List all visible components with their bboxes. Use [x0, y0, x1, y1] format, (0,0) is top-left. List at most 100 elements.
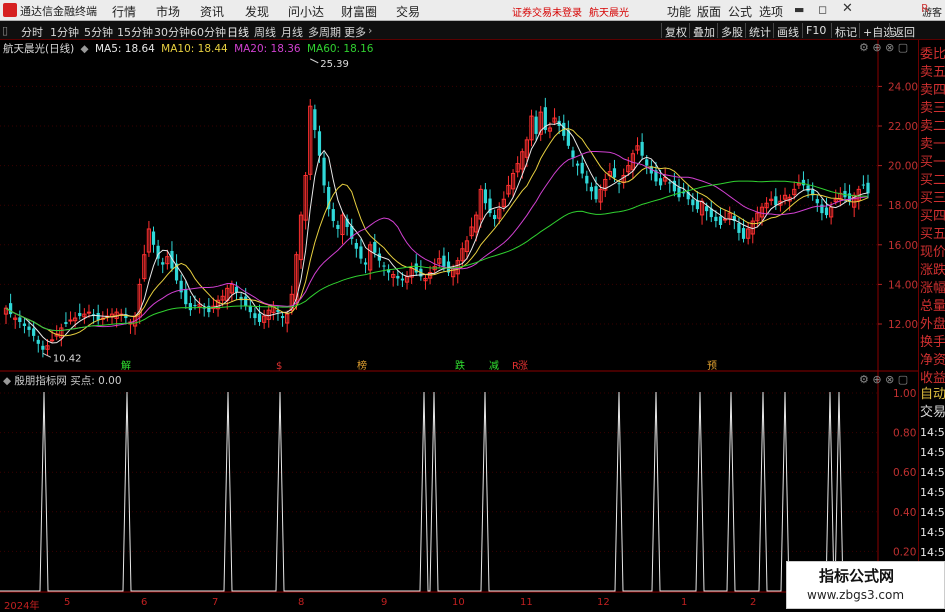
tab-30min[interactable]: 30分钟: [154, 24, 190, 40]
menu-ask-xiaoda[interactable]: 问小达: [288, 3, 324, 20]
menu-wealth-circle[interactable]: 财富圈: [341, 3, 377, 20]
draw-line-button[interactable]: 画线: [773, 23, 802, 39]
tick-time: 14:56: [920, 466, 945, 479]
candle-body: [336, 224, 340, 229]
candle-body: [78, 312, 82, 317]
sidebar-auto[interactable]: 自动: [920, 386, 945, 403]
candle-body: [49, 339, 55, 342]
overlay-button[interactable]: 叠加: [689, 23, 718, 39]
tab-monthly[interactable]: 月线: [281, 24, 303, 40]
menu-trade[interactable]: 交易: [396, 3, 420, 20]
statistics-button[interactable]: 统计: [745, 23, 774, 39]
tab-15min[interactable]: 15分钟: [117, 24, 153, 40]
candle-body: [612, 168, 617, 178]
sidebar-buy1[interactable]: 买一: [920, 154, 945, 171]
x-axis-label: 9: [381, 597, 388, 608]
candle-body: [68, 319, 73, 322]
sidebar-net-asset[interactable]: 净资: [920, 352, 945, 369]
sidebar-change[interactable]: 涨跌: [920, 262, 945, 279]
candle-body: [493, 214, 497, 220]
candle-body: [41, 345, 45, 350]
candle-body: [580, 162, 584, 174]
candle-body: [86, 311, 92, 314]
ma10-label: MA10: 18.44: [161, 43, 228, 55]
r-icon[interactable]: R: [921, 2, 929, 15]
indicator-tick-label: 0.20: [893, 546, 916, 558]
tab-1min[interactable]: 1分钟: [50, 24, 79, 40]
sidebar-buy2[interactable]: 买二: [920, 172, 945, 189]
adjust-button[interactable]: 复权: [661, 23, 690, 39]
menu-news[interactable]: 资讯: [200, 3, 224, 20]
tick-time: 14:56: [920, 506, 945, 519]
candle-body: [658, 178, 663, 186]
close-icon[interactable]: ✕: [842, 1, 853, 16]
candle-body: [8, 303, 13, 315]
tab-60min[interactable]: 60分钟: [190, 24, 226, 40]
candle-body: [27, 326, 31, 330]
restore-icon[interactable]: ◻: [818, 3, 827, 16]
sidebar-buy5[interactable]: 买五: [920, 226, 945, 243]
sidebar-sell5[interactable]: 卖五: [920, 64, 945, 81]
tab-multi-period[interactable]: 多周期: [308, 24, 341, 40]
price-y-axis: 24.00 22.00 20.00 18.00 16.00 14.00 12.00: [878, 81, 918, 331]
candle-body: [382, 265, 386, 267]
x-axis-label: 12: [597, 597, 610, 608]
sidebar-yield[interactable]: 收益: [920, 370, 945, 387]
sidebar-buy3[interactable]: 买三: [920, 190, 945, 207]
event-marker: 解: [121, 359, 131, 372]
tab-more[interactable]: 更多: [344, 24, 366, 40]
sidebar-sell1[interactable]: 卖一: [920, 136, 945, 153]
sidebar-sell2[interactable]: 卖二: [920, 118, 945, 135]
sidebar-outer[interactable]: 外盘: [920, 316, 945, 333]
tab-daily[interactable]: 日线: [227, 24, 249, 40]
indicator-controls[interactable]: ⚙ ⊕ ⊗ ▢: [859, 373, 908, 386]
chart-controls[interactable]: ⚙ ⊕ ⊗ ▢: [859, 41, 908, 54]
x-axis-label: 2: [750, 597, 757, 608]
candle-body: [571, 150, 575, 158]
ma-legend: 航天晨光(日线) ◆ MA5: 18.64 MA10: 18.44 MA20: …: [3, 41, 377, 56]
y-tick-label: 18.00: [888, 200, 918, 212]
tab-5min[interactable]: 5分钟: [84, 24, 113, 40]
sidebar-turnover[interactable]: 换手: [920, 334, 945, 351]
sidebar-trade[interactable]: 交易: [920, 404, 945, 421]
high-marker: [310, 58, 319, 64]
sidebar-sell4[interactable]: 卖四: [920, 82, 945, 99]
x-axis-label: 6: [141, 597, 148, 608]
tab-weekly[interactable]: 周线: [254, 24, 276, 40]
sidebar-sell3[interactable]: 卖三: [920, 100, 945, 117]
f10-button[interactable]: F10: [802, 23, 829, 38]
candle-body: [161, 262, 165, 265]
back-button[interactable]: 返回: [889, 23, 918, 39]
signal-spike-line: [0, 391, 878, 592]
candle-body: [188, 303, 192, 311]
candle-body: [207, 305, 211, 313]
chart-grid: [0, 40, 918, 609]
indicator-gear-icon[interactable]: ◆: [3, 375, 11, 387]
candle-body: [668, 182, 672, 184]
sidebar-buy4[interactable]: 买四: [920, 208, 945, 225]
y-tick-label: 12.00: [888, 319, 918, 331]
menu-formula[interactable]: 公式: [728, 3, 752, 20]
candle-body: [322, 157, 326, 186]
tab-intraday[interactable]: 分时: [21, 24, 43, 40]
low-marker: [42, 352, 52, 358]
menu-discover[interactable]: 发现: [245, 3, 269, 20]
menu-market[interactable]: 市场: [156, 3, 180, 20]
sidebar-current[interactable]: 现价: [920, 244, 945, 261]
sidebar-volume[interactable]: 总量: [920, 298, 945, 315]
sidebar-committee-ratio[interactable]: 委比: [920, 46, 945, 63]
candle-body: [253, 313, 257, 319]
kline-chart[interactable]: 25.3910.42解 $ 榜跌减 R 涨预 24.0022.0020.0018.001…: [0, 40, 945, 609]
event-marker: 跌: [455, 359, 465, 372]
sidebar-change-pct[interactable]: 涨幅: [920, 280, 945, 297]
menu-options[interactable]: 选项: [759, 3, 783, 20]
menu-quotes[interactable]: 行情: [112, 3, 136, 20]
mark-button[interactable]: 标记: [831, 23, 860, 39]
minimize-icon[interactable]: ▬: [794, 3, 804, 16]
more-chevron-icon[interactable]: ›: [368, 24, 372, 37]
candle-body: [824, 207, 829, 216]
legend-gear-icon[interactable]: ◆: [81, 43, 89, 55]
multi-stock-button[interactable]: 多股: [717, 23, 746, 39]
menu-function[interactable]: 功能: [667, 3, 691, 20]
menu-layout[interactable]: 版面: [697, 3, 721, 20]
